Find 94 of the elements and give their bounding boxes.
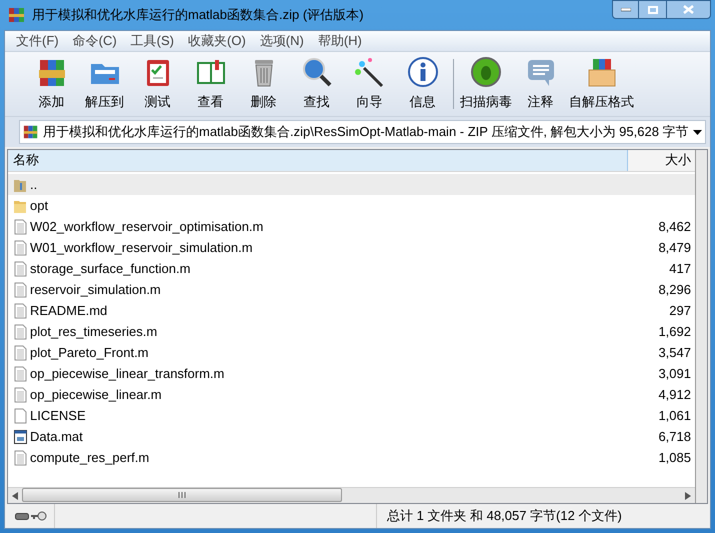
drive-icon xyxy=(15,512,29,520)
text-file-icon xyxy=(13,344,27,360)
status-text: 总计 1 文件夹 和 48,057 字节(12 个文件) xyxy=(386,507,622,526)
file-row[interactable]: reservoir_simulation.m 8,296 xyxy=(8,279,695,300)
size-text: 1,085 xyxy=(658,448,691,467)
scroll-right-icon[interactable] xyxy=(685,492,691,500)
toolbar-button[interactable]: 自解压格式 xyxy=(567,53,636,115)
archive-icon xyxy=(8,6,26,24)
file-row[interactable]: op_piecewise_linear_transform.m 3,091 xyxy=(8,363,695,384)
minimize-icon xyxy=(620,8,630,12)
file-name: opt xyxy=(30,196,48,215)
bug-icon xyxy=(470,56,502,88)
menu-item[interactable]: 命令(C) xyxy=(68,31,122,51)
file-name: op_piecewise_linear.m xyxy=(30,386,162,404)
menu-item[interactable]: 选项(N) xyxy=(254,31,309,51)
toolbar-button[interactable]: 向导 xyxy=(343,53,396,115)
maximize-button[interactable] xyxy=(639,0,666,19)
file-row[interactable]: LICENSE 1,061 xyxy=(8,405,695,426)
file-row[interactable]: plot_res_timeseries.m 1,692 xyxy=(8,321,695,342)
text-file-icon xyxy=(13,450,27,466)
minimize-button[interactable] xyxy=(612,0,639,19)
file-name: README.md xyxy=(30,302,108,320)
toolbar-button[interactable]: 查找 xyxy=(290,53,343,115)
text-file-icon xyxy=(13,366,27,382)
text-file-icon xyxy=(13,324,27,340)
file-row[interactable]: compute_res_perf.m 1,085 xyxy=(8,447,695,468)
file-row[interactable]: W02_workflow_reservoir_optimisation.m 8,462 xyxy=(8,216,695,237)
size-text: 8,296 xyxy=(658,280,691,299)
file-row[interactable]: W01_workflow_reservoir_simulation.m 8,479 xyxy=(8,237,695,258)
close-button[interactable] xyxy=(666,0,711,19)
address-field[interactable]: 用于模拟和优化水库运行的matlab函数集合.zip\ResSimOpt-Matlab-main - ZIP 压缩文件, 解包大小为 95,628 字节 xyxy=(19,120,706,144)
size-text: 8,479 xyxy=(658,238,691,257)
size-text: 8,462 xyxy=(658,218,691,236)
file-name: .. xyxy=(30,176,38,194)
file-row[interactable]: op_piecewise_linear.m 4,912 xyxy=(8,384,695,405)
file-name: W01_workflow_reservoir_simulation.m xyxy=(30,238,253,257)
file-name: plot_res_timeseries.m xyxy=(30,322,158,341)
column-header[interactable]: 名称 xyxy=(8,150,628,171)
toolbar-button[interactable]: 测试 xyxy=(131,53,184,115)
text-file-icon xyxy=(13,282,27,298)
file-name: reservoir_simulation.m xyxy=(30,280,161,299)
horizontal-scrollbar-thumb[interactable] xyxy=(22,488,342,502)
file-name: LICENSE xyxy=(30,406,86,425)
menu-item[interactable]: 帮助(H) xyxy=(312,31,367,51)
text-file-icon xyxy=(13,302,27,318)
size-text: 3,091 xyxy=(658,364,691,383)
info-icon xyxy=(406,56,438,88)
toolbar-button[interactable]: 删除 xyxy=(237,53,290,115)
toolbar-button[interactable]: 添加 xyxy=(25,53,78,115)
key-icon xyxy=(31,511,47,521)
data-file-icon xyxy=(13,428,27,444)
size-text: 6,718 xyxy=(658,428,691,446)
file-name: storage_surface_function.m xyxy=(30,260,190,278)
toolbar-button[interactable]: 扫描病毒 xyxy=(458,53,514,115)
window-title: 用于模拟和优化水库运行的matlab函数集合.zip (评估版本) xyxy=(32,6,364,24)
size-text: 3,547 xyxy=(658,344,691,362)
toolbar-button[interactable]: 注释 xyxy=(514,53,567,115)
menu-item[interactable]: 工具(S) xyxy=(126,31,179,51)
size-text: 417 xyxy=(669,260,691,278)
file-name: plot_Pareto_Front.m xyxy=(30,344,149,362)
box-icon xyxy=(586,56,618,88)
close-icon xyxy=(683,5,694,14)
toolbar-button[interactable]: 信息 xyxy=(396,53,449,115)
menu-item[interactable]: 收藏夹(O) xyxy=(183,31,251,51)
file-name: compute_res_perf.m xyxy=(30,448,150,467)
search-icon xyxy=(300,56,332,88)
size-text: 4,912 xyxy=(658,386,691,404)
file-row[interactable]: storage_surface_function.m 417 xyxy=(8,258,695,279)
blank-file-icon xyxy=(13,408,27,424)
vertical-scrollbar[interactable] xyxy=(695,150,707,503)
text-file-icon xyxy=(13,260,27,276)
size-text: 297 xyxy=(669,302,691,320)
dropdown-icon[interactable] xyxy=(692,130,702,134)
file-row[interactable]: opt xyxy=(8,195,695,216)
magic-wand-icon xyxy=(354,56,386,88)
file-name: W02_workflow_reservoir_optimisation.m xyxy=(30,218,264,236)
text-file-icon xyxy=(13,240,27,256)
size-text: 1,692 xyxy=(658,322,691,341)
maximize-icon xyxy=(648,6,658,14)
text-file-icon xyxy=(13,386,27,402)
file-row[interactable]: .. xyxy=(8,174,695,195)
size-text: 1,061 xyxy=(658,406,691,425)
text-file-icon xyxy=(13,218,27,234)
toolbar-button[interactable]: 解压到 xyxy=(78,53,131,115)
column-header[interactable]: 大小 xyxy=(628,150,695,171)
file-row[interactable]: README.md 297 xyxy=(8,300,695,321)
scroll-left-icon[interactable] xyxy=(12,492,18,500)
archive-icon xyxy=(23,124,39,140)
file-name: Data.mat xyxy=(30,428,83,446)
toolbar-button[interactable]: 查看 xyxy=(184,53,237,115)
file-row[interactable]: plot_Pareto_Front.m 3,547 xyxy=(8,342,695,363)
menu-item[interactable]: 文件(F) xyxy=(11,31,64,51)
file-name: op_piecewise_linear_transform.m xyxy=(30,364,224,383)
file-row[interactable]: Data.mat 6,718 xyxy=(8,426,695,447)
